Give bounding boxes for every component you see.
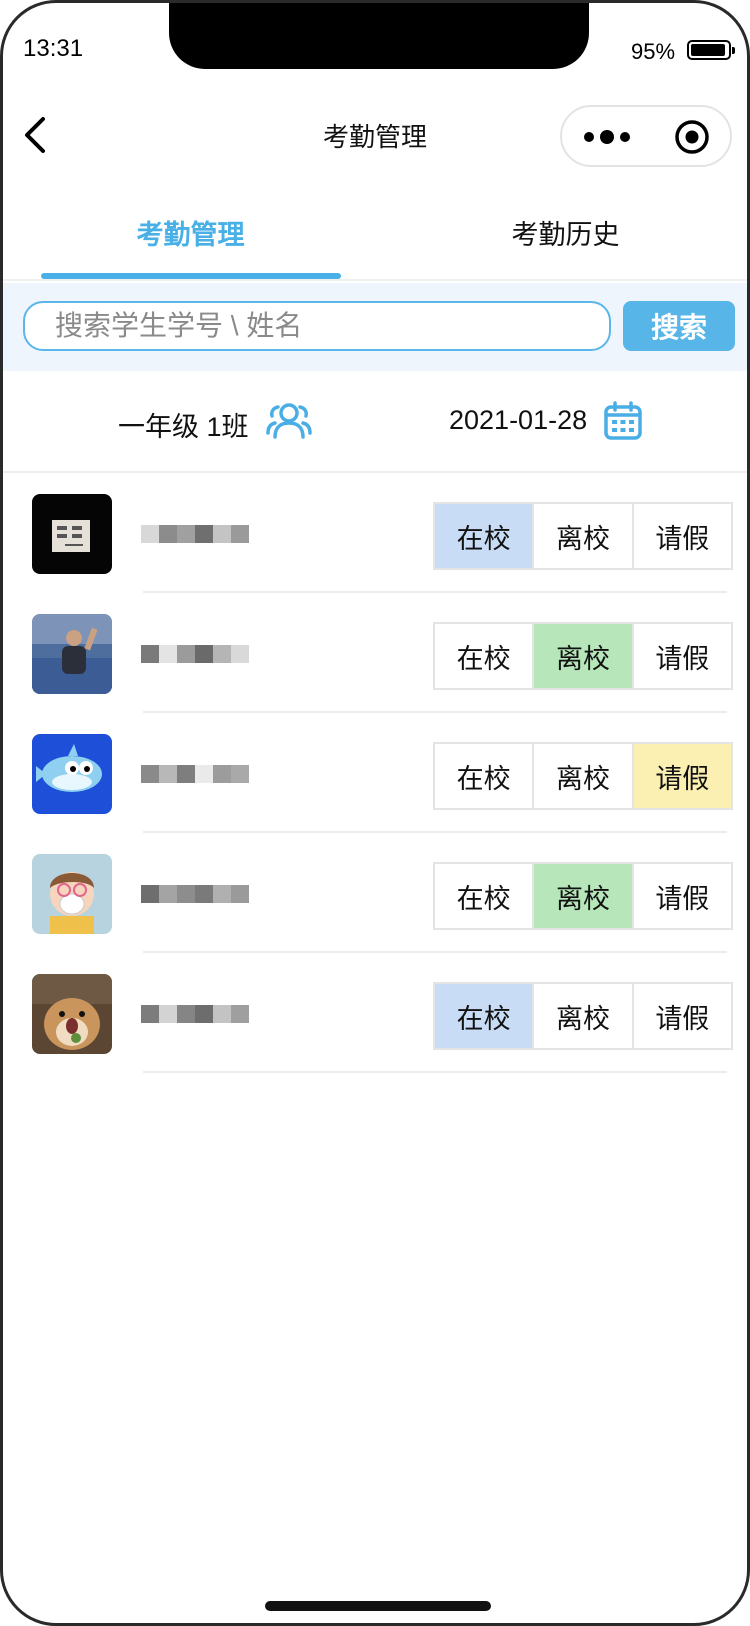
student-name-blurred [141,755,249,793]
search-bar: 搜索 [3,283,747,371]
calendar-icon[interactable] [603,401,643,441]
status-at-school-button[interactable]: 在校 [435,864,535,928]
attendance-status-group: 在校 离校 请假 [433,862,733,930]
status-left-school-button[interactable]: 离校 [534,624,634,688]
student-name-blurred [141,995,249,1033]
status-left-school-button[interactable]: 离校 [534,984,634,1048]
status-at-school-button[interactable]: 在校 [435,504,535,568]
tab-attendance-history[interactable]: 考勤历史 [378,213,747,252]
miniapp-capsule [560,105,732,167]
student-name-blurred [141,875,249,913]
battery-percentage: 95% [631,39,676,64]
close-miniapp-icon[interactable] [674,119,710,155]
attendance-status-group: 在校 离校 请假 [433,982,733,1050]
photo-avatar [32,614,112,694]
student-name-blurred [141,635,249,673]
attendance-status-group: 在校 离校 请假 [433,622,733,690]
hamster-avatar [32,974,112,1054]
student-list: 在校 离校 请假 在校 离校 请假 在校 离校 请假 在校 离校 请假 在校 离… [3,473,747,1073]
status-at-school-button[interactable]: 在校 [435,744,535,808]
status-leave-button[interactable]: 请假 [633,744,731,808]
date-selector[interactable]: 2021-01-28 [449,405,587,436]
status-leave-button[interactable]: 请假 [634,624,731,688]
more-icon[interactable] [582,125,632,149]
class-selector[interactable]: 一年级 1班 [118,405,249,444]
nav-bar: 考勤管理 [3,99,747,173]
student-name-blurred [141,515,249,553]
shark-avatar [32,734,112,814]
search-button[interactable]: 搜索 [623,301,735,351]
student-row: 在校 离校 请假 [3,593,747,713]
battery-icon [687,40,735,60]
student-row: 在校 离校 请假 [3,953,747,1073]
active-tab-indicator [41,273,341,279]
tab-attendance-management[interactable]: 考勤管理 [3,213,378,252]
status-bar: 13:31 95% [3,3,747,93]
student-row: 在校 离校 请假 [3,473,747,593]
search-input[interactable] [23,301,611,351]
status-left-school-button[interactable]: 离校 [534,504,634,568]
clock: 13:31 [23,35,84,62]
phone-screen: 13:31 95% 考勤管理 考勤管理 考勤历史 搜索学生学号 \ 姓名 搜索 … [0,0,750,1626]
filter-row: 一年级 1班 2021-01-28 [3,371,747,473]
group-icon[interactable] [265,401,313,441]
status-leave-button[interactable]: 请假 [634,504,731,568]
notch [169,3,589,69]
tab-bar: 考勤管理 考勤历史 [3,193,747,281]
status-at-school-button[interactable]: 在校 [435,984,535,1048]
home-indicator [265,1601,491,1611]
student-row: 在校 离校 请假 [3,713,747,833]
status-at-school-button[interactable]: 在校 [435,624,535,688]
attendance-status-group: 在校 离校 请假 [433,502,733,570]
student-row: 在校 离校 请假 [3,833,747,953]
status-left-school-button[interactable]: 离校 [534,864,634,928]
status-leave-button[interactable]: 请假 [634,984,731,1048]
attendance-status-group: 在校 离校 请假 [433,742,733,810]
status-leave-button[interactable]: 请假 [634,864,731,928]
cartoon-kid-avatar [32,854,112,934]
poster-avatar [32,494,112,574]
status-left-school-button[interactable]: 离校 [534,744,634,808]
